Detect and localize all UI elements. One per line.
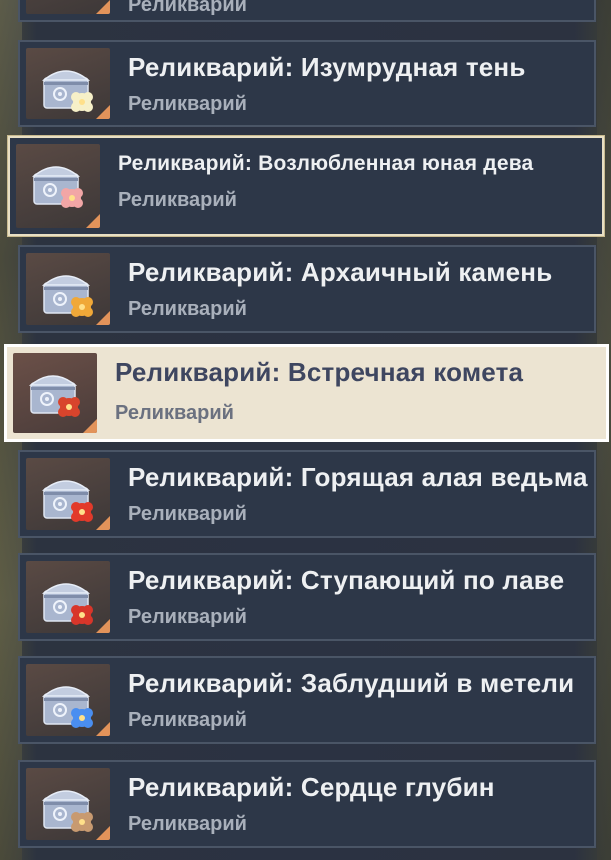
item-title: Реликварий: Возлюбленная юная дева [118, 152, 534, 175]
item-subtitle: Реликварий [115, 402, 234, 424]
rarity-corner [96, 619, 110, 633]
item-thumbnail [26, 768, 110, 840]
rarity-corner [96, 722, 110, 736]
item-subtitle: Реликварий [128, 709, 247, 731]
item-subtitle: Реликварий [128, 606, 247, 628]
list-item[interactable]: Реликварий: Сердце глубин Реликварий [18, 760, 596, 848]
item-subtitle: Реликварий [118, 189, 237, 211]
item-thumbnail [26, 664, 110, 736]
item-subtitle: Реликварий [128, 93, 247, 115]
chest-icon [41, 275, 93, 317]
rarity-corner [96, 826, 110, 840]
rarity-corner [96, 105, 110, 119]
list-item-partial[interactable]: Реликварий [18, 0, 596, 22]
item-subtitle: Реликварий [128, 813, 247, 835]
item-subtitle: Реликварий [128, 503, 247, 525]
item-title: Реликварий: Архаичный камень [128, 257, 553, 287]
list-item[interactable]: Реликварий: Возлюбленная юная дева Реликв… [8, 136, 604, 236]
item-title: Реликварий: Заблудший в метели [128, 668, 575, 698]
chest-icon [41, 686, 93, 728]
chest-icon [41, 583, 93, 625]
item-title: Реликварий: Сердце глубин [128, 772, 495, 802]
item-title: Реликварий: Горящая алая ведьма [128, 462, 588, 492]
item-thumbnail [26, 253, 110, 325]
list-item[interactable]: Реликварий: Встречная комета Реликварий [4, 344, 609, 442]
item-thumbnail [16, 144, 100, 228]
chest-icon [41, 70, 93, 112]
item-title: Реликварий: Встречная комета [115, 357, 524, 387]
rarity-corner [86, 214, 100, 228]
chest-icon [41, 790, 93, 832]
item-subtitle: Реликварий [128, 0, 247, 16]
item-thumbnail [26, 561, 110, 633]
list-item[interactable]: Реликварий: Горящая алая ведьма Реликвари… [18, 450, 596, 538]
rarity-corner [96, 311, 110, 325]
item-title: Реликварий: Ступающий по лаве [128, 565, 565, 595]
rarity-corner [83, 419, 97, 433]
item-title: Реликварий: Изумрудная тень [128, 52, 526, 82]
chest-icon [28, 375, 80, 417]
list-item[interactable]: Реликварий: Архаичный камень Реликварий [18, 245, 596, 333]
item-thumbnail [13, 353, 97, 433]
item-thumbnail [26, 458, 110, 530]
chest-icon [31, 166, 83, 208]
item-thumbnail [26, 48, 110, 119]
list-item[interactable]: Реликварий: Изумрудная тень Реликварий [18, 40, 596, 127]
item-thumbnail [26, 0, 110, 14]
chest-icon [41, 480, 93, 522]
list-item[interactable]: Реликварий: Ступающий по лаве Реликварий [18, 553, 596, 641]
rarity-corner [96, 516, 110, 530]
list-item[interactable]: Реликварий: Заблудший в метели Реликварий [18, 656, 596, 744]
item-subtitle: Реликварий [128, 298, 247, 320]
